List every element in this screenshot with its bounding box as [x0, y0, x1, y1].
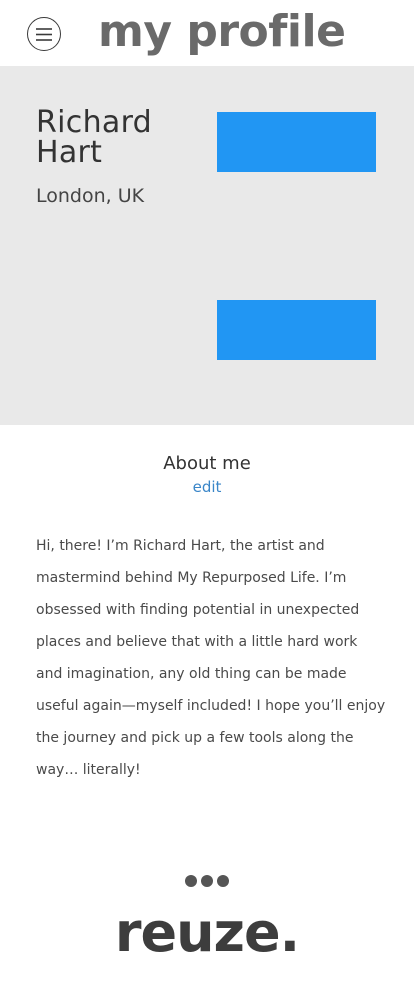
about-body: Hi, there! I’m Richard Hart, the artist …: [36, 538, 386, 778]
profile-action-button-2[interactable]: [217, 300, 376, 360]
more-dots-icon[interactable]: [185, 875, 231, 887]
hamburger-menu-icon: [36, 28, 52, 41]
profile-name: Richard Hart: [36, 105, 153, 170]
page-title: my profile: [98, 6, 346, 57]
dot: [201, 875, 213, 887]
about-heading: About me: [163, 453, 251, 474]
about-edit-link[interactable]: edit: [193, 478, 222, 496]
profile-page: my profile Richard Hart London, UK About…: [0, 0, 414, 1000]
profile-location: London, UK: [36, 185, 145, 207]
dot: [185, 875, 197, 887]
about-edit-container: edit: [0, 477, 414, 497]
dot: [217, 875, 229, 887]
profile-action-button-1[interactable]: [217, 112, 376, 172]
header: my profile: [0, 0, 414, 66]
brand-logo: reuze.: [114, 901, 300, 964]
menu-button[interactable]: [27, 17, 61, 51]
profile-panel: Richard Hart London, UK: [0, 66, 414, 425]
